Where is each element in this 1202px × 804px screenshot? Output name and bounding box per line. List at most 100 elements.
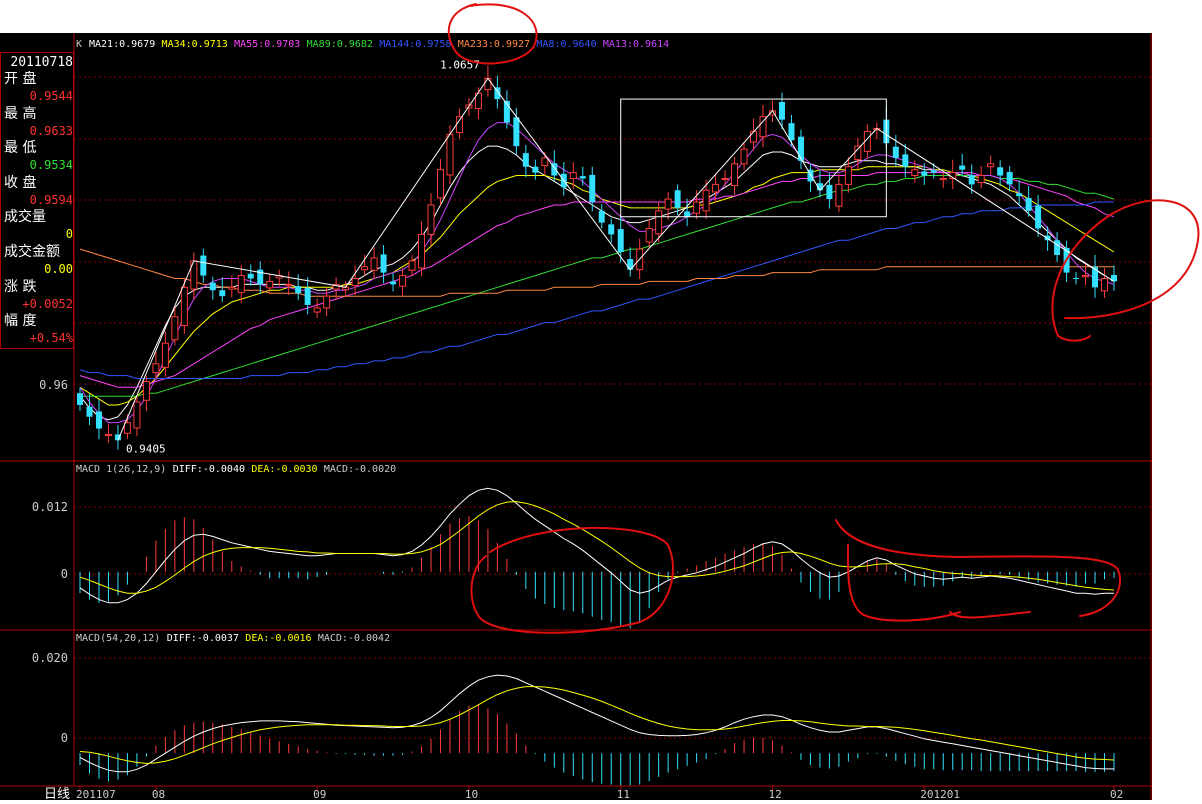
candle-body [304, 287, 311, 305]
candle-body [541, 157, 549, 167]
info-value: +0.54% [29, 331, 73, 346]
x-tick-label: 08 [152, 788, 165, 800]
candle-body [522, 153, 529, 167]
candle-body [1092, 266, 1099, 288]
candle-body [655, 210, 663, 235]
ma-legend-item: MA8:0.9640 [536, 39, 596, 50]
candle-body [142, 380, 150, 401]
candle-body [892, 146, 899, 158]
x-tick-label: 10 [465, 788, 478, 800]
info-value: 0.9544 [29, 89, 73, 103]
macd2-legend-item: MACD(54,20,12) [76, 633, 160, 644]
candle-body [455, 116, 463, 134]
macd2-y-tick: 0.020 [32, 651, 68, 665]
candle-body [987, 163, 995, 168]
candle-body [788, 123, 795, 141]
candle-body [608, 224, 615, 235]
candle-body [313, 307, 321, 313]
info-value: +0.0052 [22, 296, 73, 311]
candle-body [826, 184, 833, 200]
candle-body [418, 233, 426, 269]
high-label: 1.0657 [440, 58, 480, 71]
macd2-legend-item: MACD:-0.0042 [318, 633, 390, 644]
candle-body [664, 198, 672, 210]
candle-body [295, 286, 302, 294]
candle-body [731, 163, 739, 187]
macd1-legend-item: DEA:-0.0030 [251, 464, 317, 475]
candle-body [645, 227, 653, 243]
x-tick-label: 12 [768, 788, 781, 800]
candle-body [750, 130, 758, 143]
candle-body [674, 190, 681, 208]
x-tick-label: 09 [313, 788, 326, 800]
candle-body [959, 165, 966, 170]
candle-body [1006, 172, 1013, 185]
candle-body [1054, 240, 1061, 255]
chart-background [0, 33, 1152, 800]
y-tick-label: 0.96 [39, 378, 68, 392]
candle-body [247, 273, 254, 279]
candle-body [1016, 193, 1023, 197]
info-label: 成交量 [4, 209, 46, 226]
candle-body [161, 342, 169, 368]
candle-body [209, 282, 216, 291]
candle-body [86, 406, 93, 417]
candle-body [835, 183, 843, 207]
macd1-y-tick: 0.012 [32, 500, 68, 514]
candle-body [237, 275, 245, 294]
candle-body [390, 281, 397, 285]
x-tick-label: 201201 [920, 788, 960, 800]
x-tick-label: 201107 [76, 788, 116, 800]
info-value: 0 [65, 227, 73, 242]
info-value: 0.9594 [29, 192, 73, 207]
info-date: 20110718 [10, 55, 73, 70]
candle-body [997, 167, 1004, 176]
candle-body [351, 278, 359, 287]
candle-body [902, 154, 909, 167]
main-legend-prefix: K [76, 39, 82, 50]
candle-body [323, 295, 331, 309]
macd2-legend-item: DIFF:-0.0037 [167, 633, 239, 644]
candle-body [930, 170, 937, 173]
chart-canvas: 0.96 1.0657 0.9405 0.012 0 0.020 0 日线 201107 08… [0, 0, 1202, 802]
ma-legend-item: MA21:0.9679 [89, 39, 155, 50]
ma-legend-item: MA89:0.9682 [307, 39, 373, 50]
macd2-y-tick: 0 [61, 731, 68, 745]
info-value: 0.9633 [29, 123, 73, 138]
macd1-y-tick: 0 [61, 567, 68, 581]
ma-legend-item: MA13:0.9614 [603, 39, 669, 50]
info-label: 开 盘 [4, 71, 37, 87]
info-label: 幅 度 [4, 313, 37, 330]
info-label: 收 盘 [4, 174, 37, 191]
candle-body [617, 229, 624, 253]
candle-body [712, 183, 720, 193]
x-tick-label: 02 [1110, 788, 1123, 800]
candle-body [513, 117, 520, 147]
info-label: 最 高 [4, 105, 37, 122]
x-tick-label: 11 [617, 788, 630, 800]
candle-body [427, 204, 435, 235]
candle-body [152, 363, 160, 374]
candle-body [436, 169, 444, 199]
candle-body [684, 211, 691, 217]
candle-body [740, 148, 748, 165]
candle-body [95, 411, 102, 429]
info-value: 0.9534 [29, 158, 73, 173]
candle-body [844, 166, 852, 185]
candle-body [532, 166, 539, 173]
candle-body [778, 102, 785, 120]
candle-body [123, 422, 131, 434]
candle-body [370, 257, 378, 271]
candle-body [589, 174, 596, 203]
macd1-legend-item: MACD:-0.0020 [324, 464, 396, 475]
macd1-legend-item: DIFF:-0.0040 [173, 464, 245, 475]
info-label: 成交金额 [4, 244, 60, 260]
candle-body [484, 77, 492, 91]
candle-body [968, 174, 975, 185]
ma-legend-item: MA233:0.9927 [458, 39, 530, 50]
candle-body [1101, 278, 1109, 292]
candle-body [598, 210, 605, 223]
ma-legend-item: MA34:0.9713 [162, 39, 228, 50]
chart-window: 0.96 1.0657 0.9405 0.012 0 0.020 0 日线 201107 08… [0, 0, 1202, 802]
ma-legend-item: MA55:0.9703 [234, 39, 300, 50]
